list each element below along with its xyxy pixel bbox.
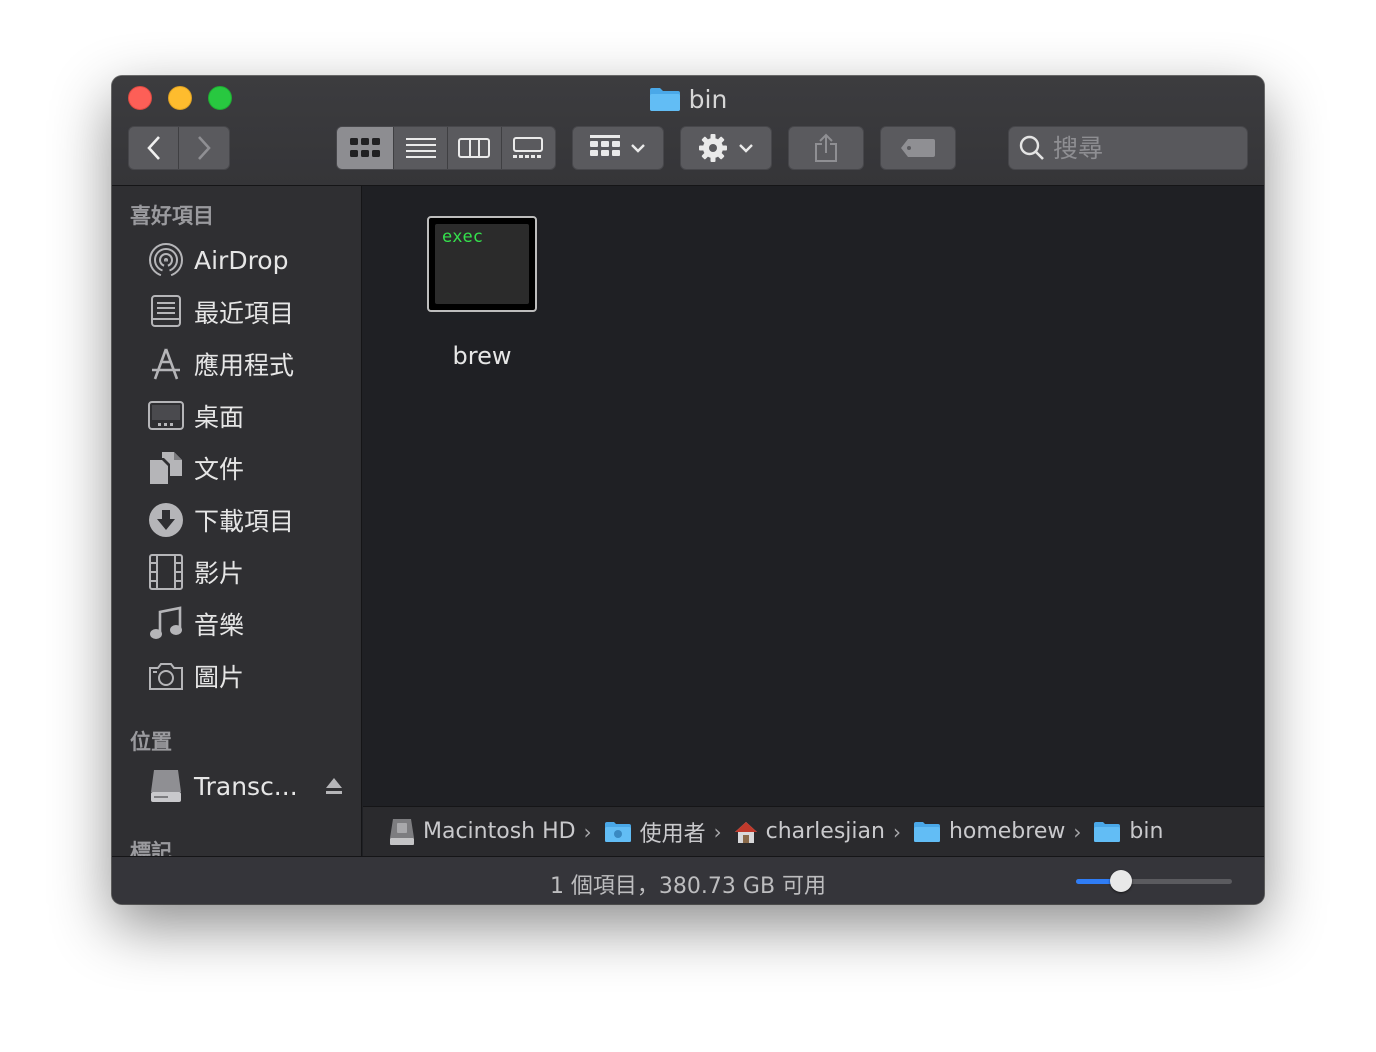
share-icon [815,133,837,162]
tags-button[interactable] [880,126,956,170]
window-title-text: bin [688,84,728,114]
group-grid-icon [590,135,620,156]
path-label: bin [1129,819,1164,844]
sidebar-item-label: 最近項目 [194,299,295,328]
movies-icon [149,554,183,590]
path-item-bin[interactable]: bin [1093,819,1163,844]
back-button[interactable] [129,127,180,169]
sidebar: 喜好項目 AirDrop 最近項目 應用程式 桌面 文件 下載項目 影片 音樂 … [112,186,362,856]
documents-icon [150,452,182,484]
status-bar: 1 個項目，380.73 GB 可用 [112,856,1264,904]
sidebar-item-transcend[interactable]: Transc... [146,764,356,808]
folder-icon [1094,821,1121,842]
chevron-right-icon [198,136,211,160]
path-label: homebrew [948,819,1066,844]
path-label: charlesjian [765,819,885,844]
path-item-homebrew[interactable]: homebrew [913,819,1065,844]
path-separator-icon: › [892,819,901,844]
folder-icon [913,821,940,842]
sidebar-item-label: 文件 [194,455,245,484]
window-title: bin [112,82,1264,116]
favorites-heading[interactable]: 喜好項目 [130,200,214,230]
gallery-icon [513,137,544,158]
tag-icon [901,139,935,157]
chevron-left-icon [146,136,160,160]
drive-icon [151,770,181,802]
gear-icon [699,134,727,162]
users-folder-icon [604,821,631,842]
icon-view-button[interactable] [337,127,395,169]
file-name: brew [452,342,512,370]
toolbar: bin [112,76,1264,186]
path-item-users[interactable]: 使用者 [604,816,706,848]
sidebar-item-label: 下載項目 [194,507,295,536]
file-area: exec brew [363,186,1264,806]
sidebar-item-music[interactable]: 音樂 [146,602,356,646]
recents-icon [151,295,181,327]
slider-knob[interactable] [1109,870,1132,892]
icon-size-slider[interactable] [1076,870,1232,892]
eject-icon[interactable] [324,776,344,796]
nav-buttons [128,126,230,170]
view-mode-control [336,126,556,170]
sidebar-item-recents[interactable]: 最近項目 [146,290,356,334]
group-by-button[interactable] [572,126,664,170]
home-icon [734,821,757,843]
search-icon [1019,135,1044,160]
pictures-icon [149,663,183,690]
sidebar-item-downloads[interactable]: 下載項目 [146,498,356,542]
sidebar-item-applications[interactable]: 應用程式 [146,342,356,386]
icon-grid-icon [350,138,381,157]
path-item-charlesjian[interactable]: charlesjian [734,819,885,844]
path-item-macintosh-hd[interactable]: Macintosh HD [389,818,576,846]
search-field[interactable] [1008,126,1248,170]
sidebar-item-label: 桌面 [194,403,245,432]
list-icon [405,138,436,158]
hard-drive-icon [390,818,414,845]
sidebar-item-airdrop[interactable]: AirDrop [146,238,356,282]
sidebar-item-desktop[interactable]: 桌面 [146,394,356,438]
path-separator-icon: › [713,819,722,844]
sidebar-item-label: 圖片 [194,663,245,692]
file-item[interactable]: exec brew [427,216,537,370]
sidebar-item-label: Transc... [194,771,298,801]
columns-icon [458,138,491,158]
sidebar-item-label: 音樂 [194,611,245,640]
status-text: 1 個項目，380.73 GB 可用 [549,874,827,899]
downloads-icon [149,503,183,537]
executable-icon: exec [427,216,537,312]
sidebar-item-documents[interactable]: 文件 [146,446,356,490]
sidebar-item-label: AirDrop [194,245,289,275]
column-view-button[interactable] [448,127,502,169]
path-separator-icon: › [1073,819,1082,844]
tags-heading[interactable]: 標記 [130,836,172,856]
desktop-icon [148,401,184,430]
chevron-down-icon [739,144,753,153]
exec-label: exec [442,227,483,247]
list-view-button[interactable] [394,127,448,169]
search-input[interactable] [1053,133,1233,163]
forward-button[interactable] [179,127,229,169]
path-separator-icon: › [583,819,592,844]
music-icon [150,606,182,639]
finder-window: bin 搜尋 喜好項目 AirDrop 最近項目 應用程式 桌面 文件 下載項目… [112,76,1264,904]
chevron-down-icon [631,144,645,153]
folder-icon [649,88,680,111]
path-label: Macintosh HD [423,819,576,844]
airdrop-icon [149,243,183,278]
sidebar-item-movies[interactable]: 影片 [146,550,356,594]
path-label: 使用者 [639,821,706,847]
sidebar-item-pictures[interactable]: 圖片 [146,654,356,698]
share-button[interactable] [788,126,864,170]
action-button[interactable] [680,126,772,170]
locations-heading[interactable]: 位置 [130,726,172,756]
gallery-view-button[interactable] [502,127,556,169]
path-bar: Macintosh HD › 使用者 › charlesjian › homeb… [363,806,1264,856]
sidebar-item-label: 影片 [194,559,245,588]
sidebar-item-label: 應用程式 [194,351,295,380]
applications-icon [152,348,180,380]
